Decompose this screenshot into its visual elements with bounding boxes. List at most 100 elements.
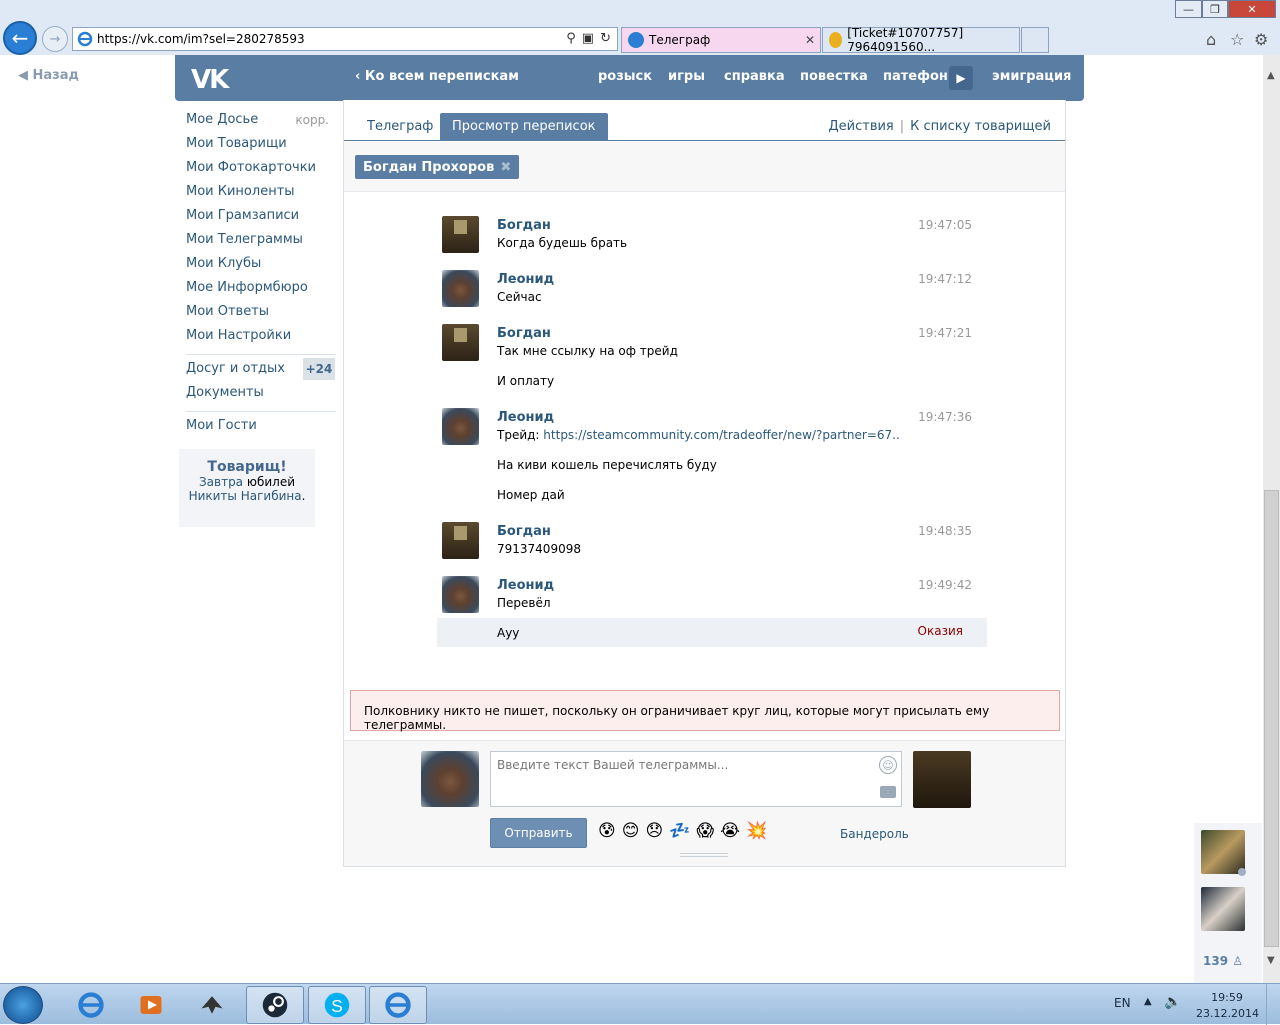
menu-item-messages[interactable]: Мои Телеграммы [186,230,336,254]
menu-item-friends[interactable]: Мои Товарищи [186,134,336,158]
avatar[interactable] [442,408,479,445]
message-time[interactable]: 19:47:05 [918,218,972,232]
avatar[interactable] [442,324,479,361]
attach-parcel-link[interactable]: Бандероль [840,827,909,841]
message-input[interactable]: Введите текст Вашей телеграммы... ☺ [490,751,902,807]
browser-forward-button[interactable]: → [42,26,68,52]
sender-name[interactable]: Богдан [497,326,551,341]
close-tab-icon[interactable]: ✕ [805,33,815,47]
tray-expand-icon[interactable]: ▲ [1144,996,1152,1007]
browser-tab-telegraph[interactable]: Телеграф ✕ [621,27,821,53]
emoji-sob[interactable]: 😭 [720,821,740,841]
scroll-up-icon[interactable]: ▲ [1267,70,1275,81]
new-tab-button[interactable] [1021,27,1049,53]
message-time[interactable]: 19:47:36 [918,410,972,424]
scroll-down-icon[interactable]: ▼ [1267,955,1275,966]
maximize-button[interactable]: ❐ [1202,0,1228,18]
avatar[interactable] [442,270,479,307]
minimize-button[interactable]: — [1175,0,1202,18]
birthday-person-link[interactable]: Никиты Нагибина [189,489,302,503]
back-link[interactable]: ◀ Назад [18,68,79,83]
avatar[interactable] [442,522,479,559]
menu-item-groups[interactable]: Мои Клубы [186,254,336,278]
friend-avatar[interactable] [1201,887,1245,931]
close-icon[interactable]: ✖ [500,160,511,175]
taskbar-ie-active-icon[interactable] [369,986,427,1024]
start-button[interactable] [3,986,43,1024]
tab-view-conversations[interactable]: Просмотр переписок [440,113,608,141]
language-indicator[interactable]: EN [1114,996,1131,1010]
online-count[interactable]: 139 ♙ [1203,954,1243,968]
message-time[interactable]: 19:47:21 [918,326,972,340]
star-icon[interactable]: ☆ [1230,30,1244,49]
avatar[interactable] [442,216,479,253]
volume-icon[interactable]: 🔈 [1164,994,1181,1010]
emoji-scream[interactable]: 😱 [696,821,714,841]
tomorrow-link[interactable]: Завтра [199,475,243,489]
resize-handle[interactable] [680,853,728,857]
message-time[interactable]: 19:49:42 [918,578,972,592]
nav-summons[interactable]: повестка [800,69,868,84]
show-desktop-button[interactable] [1266,984,1280,1025]
sender-name[interactable]: Богдан [497,218,551,233]
trade-link[interactable]: https://steamcommunity.com/tradeoffer/ne… [543,428,900,442]
emoji-smile[interactable]: 😊 [622,821,640,841]
emoji-anxious[interactable]: 😰 [598,821,616,841]
emoji-zzz[interactable]: 💤 [669,821,690,841]
nav-games[interactable]: игры [668,69,705,84]
send-error-label[interactable]: Оказия [918,624,963,638]
sender-name[interactable]: Богдан [497,524,551,539]
nav-gramophone[interactable]: патефон [883,69,948,84]
nav-more-button[interactable]: ▶ [949,66,973,90]
all-conversations-link[interactable]: ‹ Ко всем перепискам [355,69,519,84]
actions-link[interactable]: Действия [829,119,894,134]
address-bar[interactable]: https://vk.com/im?sel=280278593 ⚲ ▣ ↻ [72,27,618,51]
menu-item-guests[interactable]: Мои Гости [186,416,336,440]
send-button[interactable]: Отправить [490,818,587,848]
sender-name[interactable]: Леонид [497,578,554,593]
close-window-button[interactable]: ✕ [1228,0,1276,18]
sender-name[interactable]: Леонид [497,272,554,287]
menu-item-news[interactable]: Мое Информбюро [186,278,336,302]
menu-item-settings[interactable]: Мои Настройки [186,326,336,350]
taskbar-skype-icon[interactable]: S [308,986,366,1024]
menu-item-videos[interactable]: Мои Киноленты [186,182,336,206]
nav-help[interactable]: справка [724,69,785,84]
refresh-icon[interactable]: ↻ [600,31,611,46]
menu-item-answers[interactable]: Мои Ответы [186,302,336,326]
lock-icon[interactable]: ▣ [582,31,594,46]
gear-icon[interactable]: ⚙ [1254,30,1268,49]
my-avatar[interactable] [421,751,479,807]
friend-avatar[interactable] [1201,830,1245,874]
system-clock[interactable]: 19:59 23.12.2014 [1196,990,1259,1022]
edit-link[interactable]: корр. [295,110,329,130]
taskbar-media-player-icon[interactable] [122,986,180,1024]
tab-telegraph[interactable]: Телеграф [355,113,445,141]
unsent-message-row[interactable]: Ауу Оказия [437,618,987,647]
peer-chip[interactable]: Богдан Прохоров ✖ [355,155,520,179]
emoji-boom[interactable]: 💥 [746,821,767,841]
to-friends-list-link[interactable]: К списку товарищей [910,119,1051,134]
home-icon[interactable]: ⌂ [1206,30,1216,49]
camera-icon[interactable] [880,786,896,798]
browser-back-button[interactable]: ← [3,21,37,55]
taskbar-ie-icon[interactable] [62,986,120,1024]
message-time[interactable]: 19:48:35 [918,524,972,538]
emoji-disappointed[interactable]: 😞 [645,821,663,841]
leisure-count-badge[interactable]: +24 [303,358,335,380]
taskbar-steam-icon[interactable] [246,986,304,1024]
menu-item-audio[interactable]: Мои Грамзаписи [186,206,336,230]
message-time[interactable]: 19:47:12 [918,272,972,286]
nav-emigration[interactable]: эмиграция [992,69,1071,84]
vk-logo[interactable]: VK [191,65,229,95]
taskbar-app-icon[interactable] [183,986,241,1024]
smile-icon[interactable]: ☺ [879,756,897,774]
menu-item-dossier[interactable]: Мое Досье корр. [186,110,336,134]
search-icon[interactable]: ⚲ [566,31,576,46]
peer-avatar[interactable] [913,751,971,808]
scroll-thumb[interactable] [1264,490,1279,947]
menu-item-documents[interactable]: Документы [186,383,336,407]
page-scrollbar[interactable]: ▲ ▼ [1263,55,1280,983]
avatar[interactable] [442,576,479,613]
sender-name[interactable]: Леонид [497,410,554,425]
